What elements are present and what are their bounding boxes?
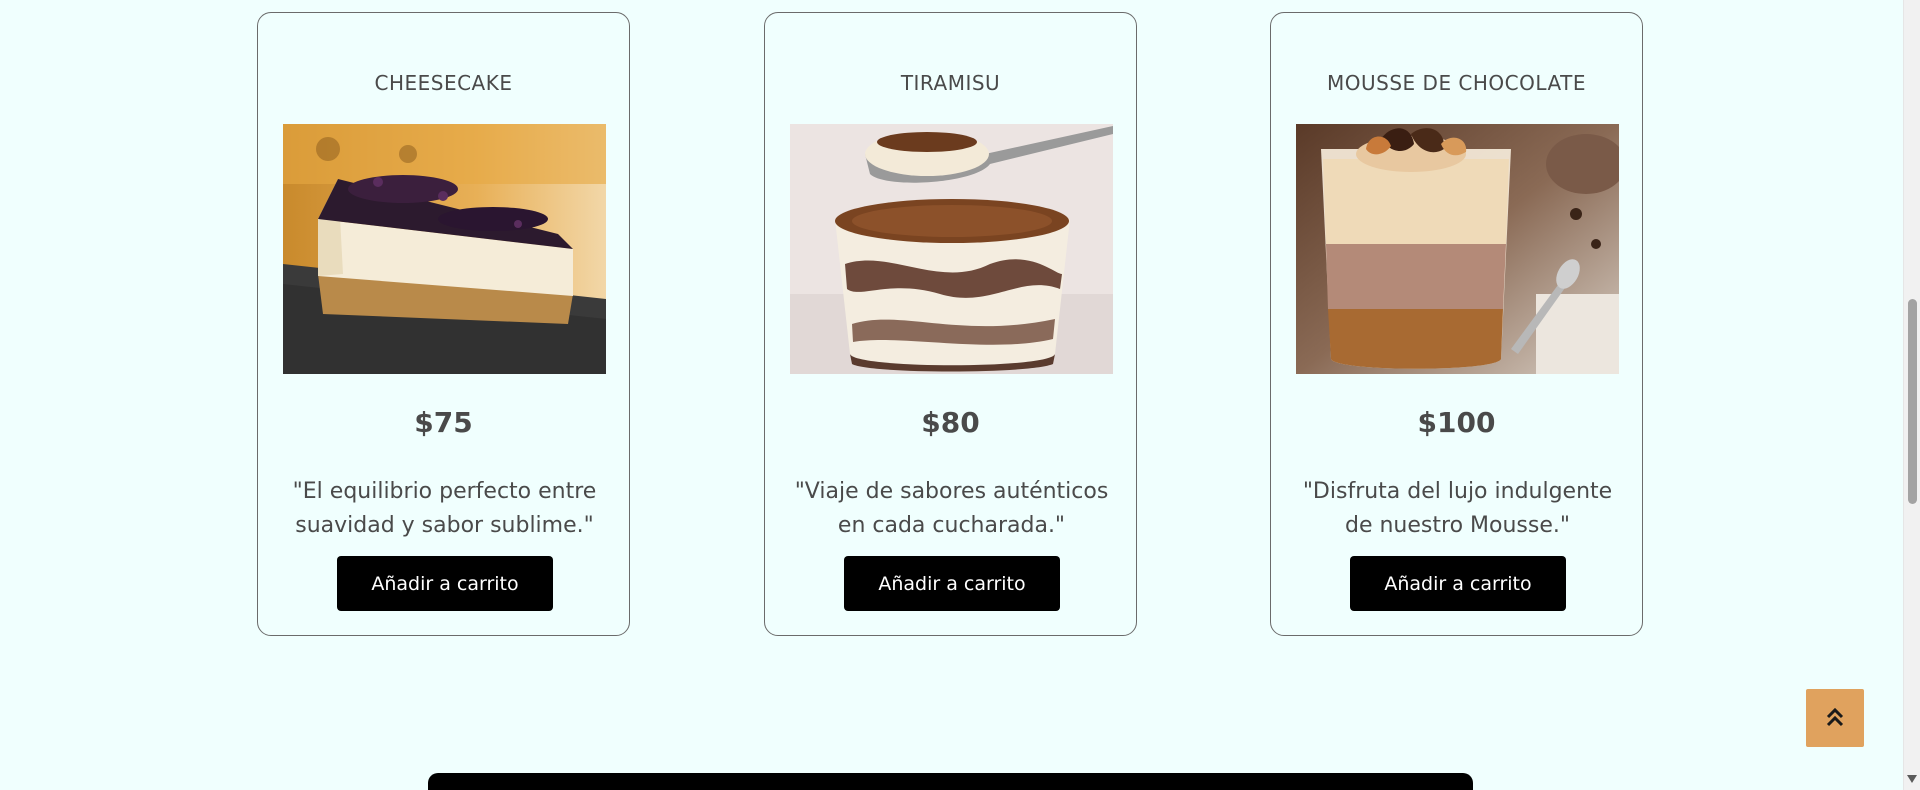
- vertical-scrollbar[interactable]: [1903, 0, 1920, 790]
- product-description: "Viaje de sabores auténticos en cada cuc…: [794, 479, 1109, 538]
- product-card-tiramisu: TIRAMISU $80 "Viaje de sabores auténtico…: [764, 12, 1137, 636]
- chocolate-mousse-image: [1296, 124, 1619, 374]
- product-price: $80: [921, 406, 980, 439]
- product-price: $75: [414, 406, 473, 439]
- page: CHEESECAKE $75 "El equilibrio perfecto e…: [0, 0, 1920, 790]
- footer-bar: [428, 773, 1473, 790]
- add-to-cart-button[interactable]: Añadir a carrito: [1350, 556, 1566, 611]
- scroll-down-arrow-icon[interactable]: [1907, 775, 1917, 783]
- tiramisu-image: [790, 124, 1113, 374]
- product-title: TIRAMISU: [900, 71, 1001, 95]
- scroll-to-top-button[interactable]: [1806, 689, 1864, 747]
- product-title: MOUSSE DE CHOCOLATE: [1327, 71, 1586, 95]
- scrollbar-thumb[interactable]: [1908, 299, 1917, 504]
- product-card-chocolate-mousse: MOUSSE DE CHOCOLATE $100 "Disfruta del l…: [1270, 12, 1643, 636]
- product-description: "Disfruta del lujo indulgente de nuestro…: [1302, 479, 1613, 538]
- product-price: $100: [1417, 406, 1496, 439]
- cheesecake-image: [283, 124, 606, 374]
- add-to-cart-button[interactable]: Añadir a carrito: [337, 556, 553, 611]
- product-card-cheesecake: CHEESECAKE $75 "El equilibrio perfecto e…: [257, 12, 630, 636]
- product-title: CHEESECAKE: [374, 71, 513, 95]
- add-to-cart-button[interactable]: Añadir a carrito: [844, 556, 1060, 611]
- double-chevron-up-icon: [1823, 705, 1847, 732]
- product-description: "El equilibrio perfecto entre suavidad y…: [292, 479, 597, 538]
